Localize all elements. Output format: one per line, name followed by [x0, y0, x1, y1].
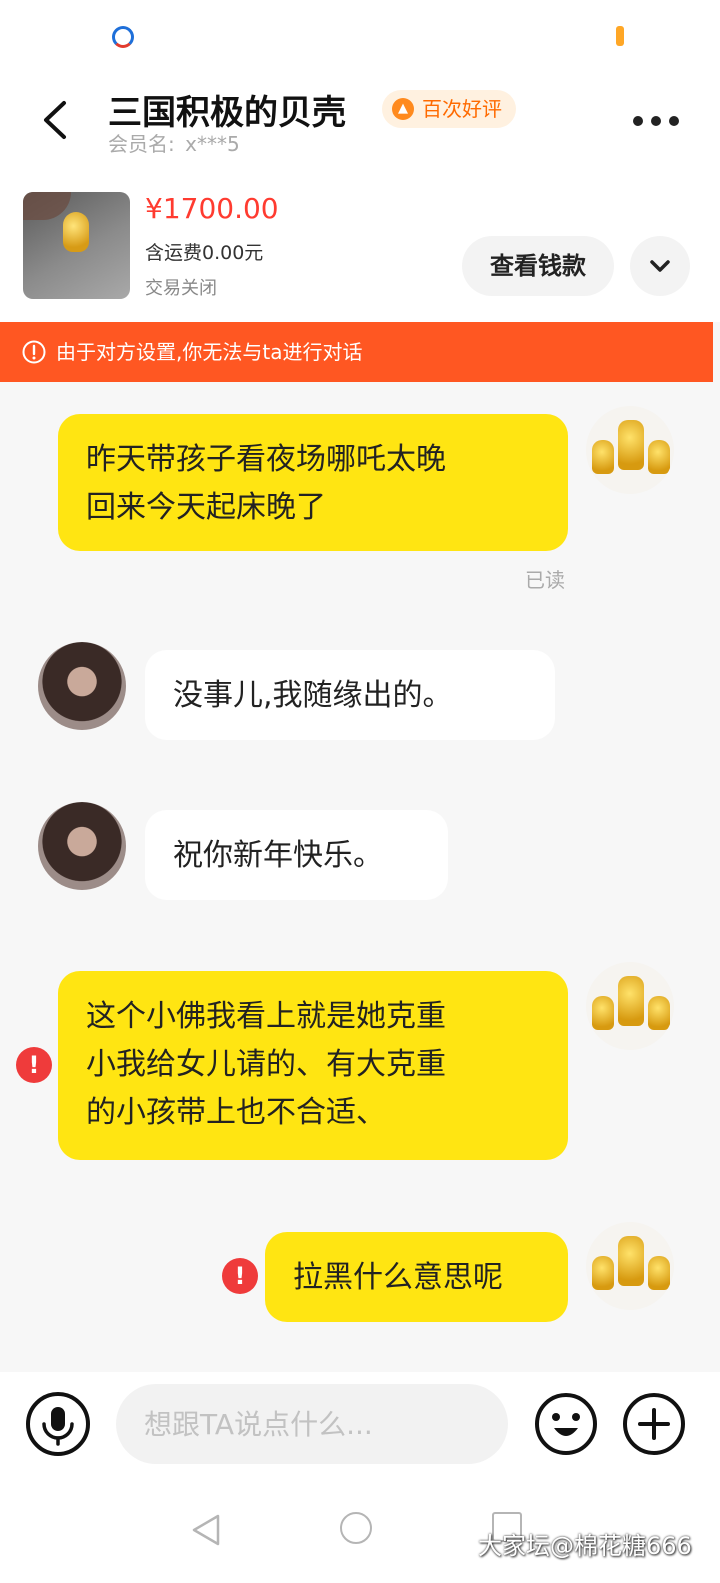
view-payment-button[interactable]: 查看钱款: [462, 236, 614, 296]
message-bubble[interactable]: 拉黑什么意思呢: [265, 1232, 568, 1322]
emoji-icon[interactable]: [534, 1392, 598, 1456]
gold-figure-shape: [648, 996, 670, 1030]
gold-figure-shape: [648, 440, 670, 474]
warning-icon: [22, 340, 46, 364]
gold-figure-shape: [618, 976, 644, 1026]
member-id: x***5: [185, 132, 240, 156]
status-bar: [0, 0, 720, 70]
back-icon[interactable]: [40, 100, 70, 140]
gold-charm-shape: [63, 212, 89, 252]
thumbs-up-icon: ▲: [392, 98, 414, 120]
send-failed-icon[interactable]: !: [16, 1047, 52, 1083]
message-bubble[interactable]: 昨天带孩子看夜场哪吒太晚 回来今天起床晚了: [58, 414, 568, 551]
my-avatar[interactable]: [586, 406, 674, 494]
message-input[interactable]: [116, 1384, 508, 1464]
banner-text: 由于对方设置,你无法与ta进行对话: [56, 340, 363, 364]
price: ¥1700.00: [145, 192, 279, 225]
message-bubble[interactable]: 没事儿,我随缘出的。: [145, 650, 555, 740]
contact-avatar[interactable]: [38, 642, 126, 730]
gold-figure-shape: [592, 996, 614, 1030]
system-nav-bar: 大家坛@棉花糖666: [0, 1484, 720, 1583]
input-bar: [0, 1372, 720, 1484]
seller-name[interactable]: 三国积极的贝壳: [108, 85, 346, 134]
app-notification-icon: [112, 26, 134, 48]
plus-icon[interactable]: [622, 1392, 686, 1456]
product-thumbnail[interactable]: [23, 192, 130, 299]
rating-badge: ▲ 百次好评: [382, 90, 516, 128]
chat-area[interactable]: 昨天带孩子看夜场哪吒太晚 回来今天起床晚了 已读 没事儿,我随缘出的。 祝你新年…: [0, 382, 720, 1372]
gold-figure-shape: [618, 1236, 644, 1286]
member-line: 会员名: x***5: [108, 128, 240, 157]
chevron-down-icon[interactable]: [630, 236, 690, 296]
microphone-icon[interactable]: [26, 1392, 90, 1456]
blocked-warning-banner: 由于对方设置,你无法与ta进行对话: [0, 322, 713, 382]
gold-figure-shape: [648, 1256, 670, 1290]
my-avatar[interactable]: [586, 962, 674, 1050]
nav-back-icon[interactable]: [188, 1512, 224, 1548]
hand-shape: [23, 192, 71, 220]
order-card: ¥1700.00 含运费0.00元 交易关闭 查看钱款: [0, 170, 720, 322]
more-icon[interactable]: [632, 114, 680, 128]
gold-figure-shape: [618, 420, 644, 470]
message-bubble[interactable]: 祝你新年快乐。: [145, 810, 448, 900]
gold-figure-shape: [592, 1256, 614, 1290]
shipping-fee: 含运费0.00元: [145, 242, 264, 264]
member-label: 会员名:: [108, 132, 175, 156]
read-receipt: 已读: [525, 568, 565, 592]
battery-icon: [616, 26, 624, 46]
gold-figure-shape: [592, 440, 614, 474]
chat-header: 三国积极的贝壳 ▲ 百次好评 会员名: x***5: [0, 70, 720, 170]
send-failed-icon[interactable]: !: [222, 1258, 258, 1294]
rating-badge-label: 百次好评: [422, 97, 502, 121]
watermark: 大家坛@棉花糖666: [478, 1532, 692, 1560]
message-bubble[interactable]: 这个小佛我看上就是她克重 小我给女儿请的、有大克重 的小孩带上也不合适、: [58, 971, 568, 1160]
contact-avatar[interactable]: [38, 802, 126, 890]
nav-home-icon[interactable]: [340, 1512, 372, 1544]
my-avatar[interactable]: [586, 1222, 674, 1310]
trade-status: 交易关闭: [145, 278, 217, 299]
